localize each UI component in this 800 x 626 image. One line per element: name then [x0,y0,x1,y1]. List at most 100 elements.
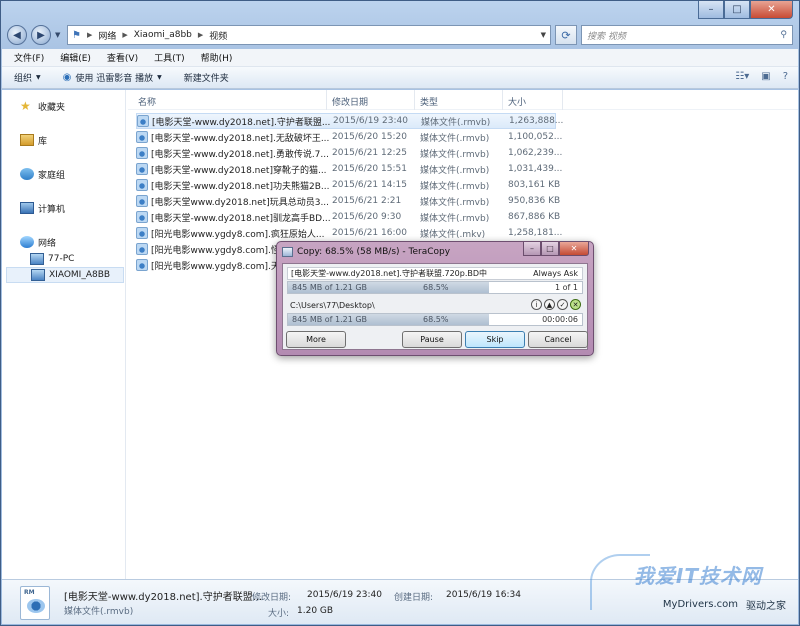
close-button[interactable]: ✕ [750,1,793,19]
navigation-pane: ★ 收藏夹 库 家庭组 计算机 网络 77-PC XIAOMI_A8BB [2,90,126,579]
col-name[interactable]: 名称 [138,95,156,108]
nav-computer[interactable]: 计算机 [20,200,65,216]
help-icon[interactable]: ? [783,71,788,82]
watermark-title: 我爱IT技术网 [633,564,762,588]
menu-help[interactable]: 帮助(H) [201,51,233,64]
file-progress-bar: 845 MB of 1.21 GB 68.5% 1 of 1 [287,281,583,294]
star-icon: ★ [20,99,31,113]
column-divider[interactable] [414,90,415,110]
file-date: 2015/6/21 2:21 [332,196,402,206]
menu-edit[interactable]: 编辑(E) [60,51,91,64]
column-divider[interactable] [502,90,503,110]
recent-pages-dropdown[interactable]: ▼ [55,31,63,39]
teracopy-minimize-button[interactable]: – [523,242,541,256]
organize-button[interactable]: 组织 ▼ [14,71,41,84]
nav-77pc[interactable]: 77-PC [30,251,74,267]
video-file-icon [136,195,148,207]
video-file-icon [136,243,148,255]
nav-network-label: 网络 [38,238,57,249]
cancel-circle-icon[interactable]: ✕ [570,299,581,310]
forward-button[interactable]: ▶ [31,25,51,45]
preview-pane-icon[interactable]: ▣ [761,71,770,82]
col-type[interactable]: 类型 [420,95,438,108]
video-file-icon: RM [20,586,50,620]
player-icon: ◉ [62,72,72,83]
file-row[interactable]: [电影天堂-www.dy2018.net]驯龙高手BD... 2015/6/20… [136,209,560,225]
more-button[interactable]: More [286,331,346,348]
file-row[interactable]: [电影天堂-www.dy2018.net].守护者联盟... 2015/6/19… [136,113,563,129]
details-pane: RM [电影天堂-www.dy2018.net].守护者联盟... 媒体文件(.… [2,554,798,624]
target-actions: i ▲ ✓ ✕ [531,299,581,310]
total-progress-time: 00:00:06 [542,315,578,324]
file-icon-tag: RM [24,589,35,596]
video-file-icon [136,179,148,191]
breadcrumb-xiaomi[interactable]: Xiaomi_a8bb [134,30,192,40]
file-row[interactable]: [电影天堂-www.dy2018.net]功夫熊猫2B... 2015/6/21… [136,177,560,193]
check-icon[interactable]: ✓ [557,299,568,310]
video-file-icon [136,147,148,159]
teracopy-maximize-button[interactable]: □ [541,242,559,256]
search-input[interactable]: 搜索 视频 ⚲ [581,25,793,45]
nav-network[interactable]: 网络 [20,234,56,250]
file-type: 媒体文件(.rmvb) [420,149,490,160]
file-size: 1,263,888... [509,116,564,126]
play-with-button[interactable]: ◉ 使用 迅雷影音 播放 ▼ [63,71,162,84]
network-folder-icon: ⚑ [72,29,81,41]
teracopy-window-controls: – □ ✕ [523,242,589,256]
details-file-type: 媒体文件(.rmvb) [64,607,134,617]
file-row[interactable]: [电影天堂-www.dy2018.net]穿靴子的猫... 2015/6/20 … [136,161,562,177]
file-name: [阳光电影www.ygdy8.com].疯狂原始人... [151,229,325,240]
file-date: 2015/6/19 23:40 [333,116,408,126]
nav-favorites-label: 收藏夹 [38,102,66,113]
teracopy-dialog: Copy: 68.5% (58 MB/s) - TeraCopy – □ ✕ [… [276,241,594,356]
chevron-right-icon: ▶ [122,31,128,39]
target-path: C:\Users\77\Desktop\ [290,301,375,310]
up-icon[interactable]: ▲ [544,299,555,310]
cancel-button[interactable]: Cancel [528,331,588,348]
back-button[interactable]: ◀ [7,25,27,45]
new-folder-button[interactable]: 新建文件夹 [184,71,229,84]
maximize-button[interactable]: □ [724,1,750,19]
file-name: [电影天堂-www.dy2018.net].守护者联盟... [152,117,331,128]
command-bar: 组织 ▼ ◉ 使用 迅雷影音 播放 ▼ 新建文件夹 ☷▾ ▣ ? [2,67,798,89]
col-size[interactable]: 大小 [508,95,526,108]
file-row[interactable]: [电影天堂-www.dy2018.net].无敌破坏王... 2015/6/20… [136,129,562,145]
file-row[interactable]: [阳光电影www.ygdy8.com].疯狂原始人... 2015/6/21 1… [136,225,562,241]
menu-file[interactable]: 文件(F) [14,51,44,64]
column-divider[interactable] [326,90,327,110]
file-type: 媒体文件(.rmvb) [420,197,490,208]
view-options-icon[interactable]: ☷▾ [735,71,749,82]
menu-tools[interactable]: 工具(T) [154,51,185,64]
breadcrumb-video[interactable]: 视频 [209,29,227,42]
address-dropdown-icon[interactable]: ▼ [541,31,546,39]
file-type: 媒体文件(.mkv) [420,229,486,240]
minimize-button[interactable]: – [698,1,724,19]
library-icon [20,134,34,146]
address-bar[interactable]: ⚑ ▶ 网络 ▶ Xiaomi_a8bb ▶ 视频 ▼ [67,25,551,45]
file-date: 2015/6/20 9:30 [332,212,402,222]
file-progress-percent: 68.5% [423,283,449,292]
teracopy-close-button[interactable]: ✕ [559,242,589,256]
breadcrumb-network[interactable]: 网络 [98,29,116,42]
always-ask-option[interactable]: Always Ask [533,269,578,278]
organize-label: 组织 [14,74,33,84]
file-row[interactable]: [电影天堂-www.dy2018.net].勇敢传说.7... 2015/6/2… [136,145,562,161]
nav-library[interactable]: 库 [20,132,47,148]
column-divider[interactable] [562,90,563,110]
refresh-button[interactable]: ⟳ [555,25,577,45]
nav-favorites[interactable]: ★ 收藏夹 [20,98,65,114]
file-type: 媒体文件(.rmvb) [420,165,490,176]
nav-homegroup[interactable]: 家庭组 [20,166,65,182]
nav-xiaomi[interactable]: XIAOMI_A8BB [6,267,124,283]
info-icon[interactable]: i [531,299,542,310]
view-controls: ☷▾ ▣ ? [735,71,788,82]
file-progress-done: 845 MB of 1.21 GB [292,283,368,292]
menu-view[interactable]: 查看(V) [107,51,138,64]
chevron-right-icon: ▶ [86,31,93,39]
target-path-row: C:\Users\77\Desktop\ i ▲ ✓ ✕ [287,299,583,312]
skip-button[interactable]: Skip [465,331,525,348]
file-row[interactable]: [电影天堂www.dy2018.net]玩具总动员3... 2015/6/21 … [136,193,560,209]
teracopy-body: [电影天堂-www.dy2018.net].守护者联盟.720p.BD中 Alw… [282,263,588,350]
col-date[interactable]: 修改日期 [332,95,368,108]
pause-button[interactable]: Pause [402,331,462,348]
